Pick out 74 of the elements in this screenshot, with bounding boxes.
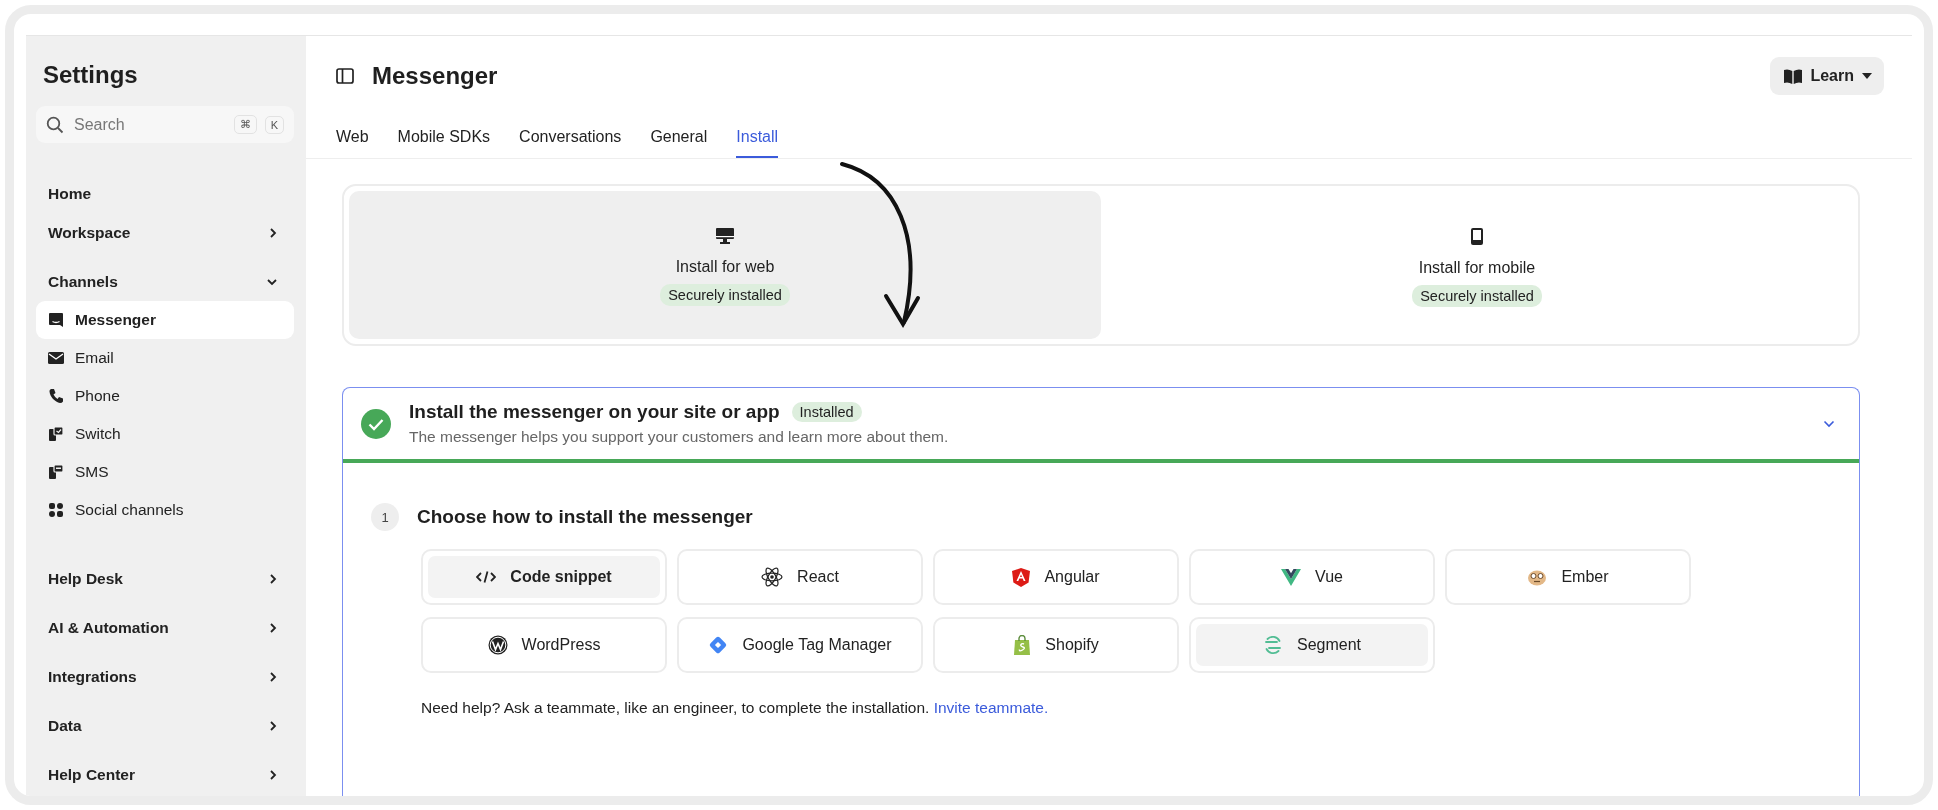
tab[interactable]: Conversations bbox=[519, 121, 622, 158]
page-title: Messenger bbox=[372, 62, 498, 90]
install-method-button[interactable]: React bbox=[677, 549, 923, 605]
section-description: The messenger helps you support your customers and learn more about them. bbox=[409, 428, 950, 446]
sidebar-item[interactable]: AI & Automation bbox=[36, 608, 294, 647]
step-number: 1 bbox=[371, 503, 399, 531]
sidebar-subitem[interactable]: Email bbox=[36, 339, 294, 377]
sidebar-toggle-icon[interactable] bbox=[336, 68, 354, 84]
install-method-button[interactable]: Vue bbox=[1189, 549, 1435, 605]
atom-icon bbox=[761, 567, 784, 587]
shield-icon bbox=[1012, 567, 1031, 587]
install-method-button[interactable]: Shopify bbox=[933, 617, 1179, 673]
sidebar-item[interactable]: Channels bbox=[36, 262, 294, 301]
chat-icon bbox=[48, 312, 64, 328]
sidebar-subitem[interactable]: Social channels bbox=[36, 491, 294, 529]
v-logo-icon bbox=[1281, 568, 1302, 586]
install-method-button[interactable]: Google Tag Manager bbox=[677, 617, 923, 673]
tab[interactable]: Web bbox=[336, 121, 369, 158]
search-icon bbox=[46, 115, 64, 134]
section-title: Install the messenger on your site or app bbox=[409, 401, 780, 423]
sidebar-item[interactable]: Help Desk bbox=[36, 559, 294, 598]
chevron-down-icon[interactable] bbox=[1823, 419, 1835, 428]
sidebar-subitem[interactable]: Switch bbox=[36, 415, 294, 453]
tab[interactable]: General bbox=[650, 121, 708, 158]
sidebar-subitem[interactable]: SMS bbox=[36, 453, 294, 491]
search-input[interactable]: Search bbox=[72, 114, 226, 135]
arcs-logo-icon bbox=[1262, 635, 1283, 655]
sidebar-item[interactable]: Integrations bbox=[36, 657, 294, 696]
caret-icon bbox=[1862, 73, 1872, 79]
install-method-button[interactable]: Angular bbox=[933, 549, 1179, 605]
learn-button[interactable]: Learn bbox=[1770, 57, 1884, 95]
shopping-bag-icon bbox=[1013, 635, 1032, 655]
phone-chat-icon bbox=[48, 426, 64, 442]
keyboard-key: ⌘ bbox=[233, 115, 257, 134]
status-badge: Installed bbox=[791, 402, 862, 422]
mobile-phone-icon bbox=[1471, 227, 1483, 245]
chevron-right-icon bbox=[268, 621, 278, 634]
search-field[interactable]: Search ⌘ K bbox=[36, 106, 294, 143]
sidebar-item[interactable]: Home bbox=[36, 174, 294, 213]
chevron-right-icon bbox=[268, 719, 278, 732]
envelope-icon bbox=[48, 351, 64, 365]
sidebar-item[interactable]: Workspace bbox=[36, 213, 294, 252]
mascot-icon bbox=[1527, 568, 1548, 586]
sidebar-item[interactable]: Data bbox=[36, 706, 294, 745]
chevron-right-icon bbox=[268, 572, 278, 585]
status-badge: Securely installed bbox=[660, 284, 790, 306]
monitor-icon bbox=[716, 228, 734, 244]
grid-icon bbox=[48, 502, 64, 518]
step-title: Choose how to install the messenger bbox=[417, 506, 753, 528]
code-icon bbox=[476, 570, 497, 584]
keyboard-key: K bbox=[264, 115, 284, 134]
tab[interactable]: Mobile SDKs bbox=[397, 121, 491, 158]
install-method-button[interactable]: Segment bbox=[1189, 617, 1435, 673]
sidebar-subitem[interactable]: Messenger bbox=[36, 301, 294, 339]
install-method-button[interactable]: Code snippet bbox=[421, 549, 667, 605]
sidebar-item[interactable]: Help Center bbox=[36, 755, 294, 794]
sidebar-subitem[interactable]: Phone bbox=[36, 377, 294, 415]
phone-message-icon bbox=[48, 464, 64, 480]
phone-icon bbox=[48, 388, 64, 404]
book-icon bbox=[1784, 68, 1803, 84]
install-option-card[interactable]: Install for mobile Securely installed bbox=[1101, 191, 1853, 339]
tab[interactable]: Install bbox=[736, 121, 779, 158]
chevron-right-icon bbox=[268, 226, 278, 239]
chevron-down-icon bbox=[266, 276, 278, 287]
sidebar-title: Settings bbox=[43, 61, 139, 89]
help-text: Need help? Ask a teammate, like an engineer, to complete the installation. Invite teammate. bbox=[421, 699, 1050, 717]
circle-logo-icon bbox=[487, 635, 508, 655]
status-badge: Securely installed bbox=[1412, 284, 1542, 307]
chevron-right-icon bbox=[268, 670, 278, 683]
invite-link[interactable]: Invite teammate. bbox=[933, 699, 1049, 716]
install-method-button[interactable]: WordPress bbox=[421, 617, 667, 673]
install-method-button[interactable]: Ember bbox=[1445, 549, 1691, 605]
install-option-card[interactable]: Install for web Securely installed bbox=[349, 191, 1101, 339]
chevron-right-icon bbox=[268, 768, 278, 781]
